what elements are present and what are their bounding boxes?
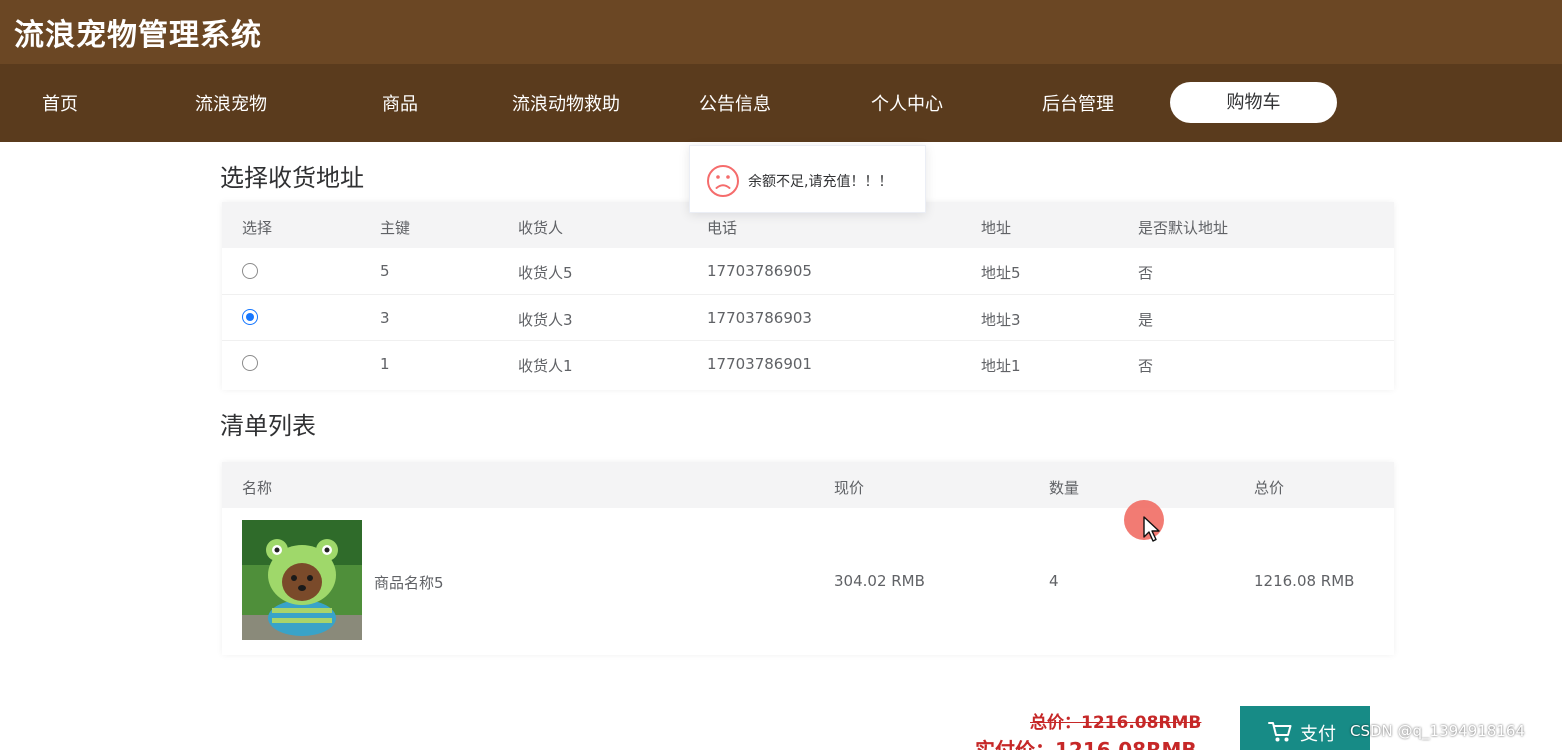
address-address-cell: 地址3 — [981, 311, 1021, 329]
row-divider — [222, 340, 1394, 341]
nav-item-rescue[interactable]: 流浪动物救助 — [512, 90, 620, 116]
column-header-address: 地址 — [981, 219, 1012, 237]
nav-item-stray-pets[interactable]: 流浪宠物 — [195, 90, 267, 116]
nav-bar: 首页 流浪宠物 商品 流浪动物救助 公告信息 个人中心 后台管理 购物车 — [0, 64, 1562, 142]
mouse-pointer-icon — [1143, 516, 1160, 542]
address-default-cell: 否 — [1138, 357, 1154, 375]
address-phone-cell: 17703786905 — [707, 262, 812, 280]
address-id-cell: 1 — [380, 355, 390, 373]
total-price-label: 总价：1216.08RMB — [1030, 713, 1202, 733]
address-default-cell: 是 — [1138, 311, 1154, 329]
order-table-header: 名称 现价 数量 总价 — [222, 462, 1394, 508]
nav-item-products[interactable]: 商品 — [382, 90, 418, 116]
address-phone-cell: 17703786903 — [707, 309, 812, 327]
nav-item-notices[interactable]: 公告信息 — [699, 90, 771, 116]
watermark: CSDN @q_1394918164 — [1350, 722, 1525, 740]
address-radio-2[interactable] — [242, 309, 258, 325]
app-title: 流浪宠物管理系统 — [14, 18, 262, 53]
address-receiver-cell: 收货人3 — [518, 311, 573, 329]
nav-item-cart[interactable]: 购物车 — [1170, 82, 1337, 123]
address-id-cell: 5 — [380, 262, 390, 280]
toast-message: 余额不足,请充值！！！ — [748, 174, 893, 190]
nav-item-profile[interactable]: 个人中心 — [871, 90, 943, 116]
column-header-quantity: 数量 — [1049, 479, 1080, 497]
column-header-total: 总价 — [1254, 479, 1285, 497]
column-header-select: 选择 — [242, 219, 273, 237]
nav-item-admin[interactable]: 后台管理 — [1042, 90, 1114, 116]
column-header-price: 现价 — [834, 479, 865, 497]
title-bar: 流浪宠物管理系统 — [0, 0, 1562, 64]
address-id-cell: 3 — [380, 309, 390, 327]
actual-price-label: 实付价：1216.08RMB — [975, 738, 1197, 750]
column-header-name: 名称 — [242, 479, 273, 497]
column-header-default: 是否默认地址 — [1138, 219, 1229, 237]
pay-button-label: 支付 — [1300, 724, 1336, 745]
address-phone-cell: 17703786901 — [707, 355, 812, 373]
address-radio-3[interactable] — [242, 355, 258, 371]
address-radio-1[interactable] — [242, 263, 258, 279]
column-header-phone: 电话 — [707, 219, 738, 237]
address-receiver-cell: 收货人5 — [518, 264, 573, 282]
table-row: 商品名称5 304.02 RMB 4 1216.08 RMB — [222, 510, 1394, 655]
address-default-cell: 否 — [1138, 264, 1154, 282]
product-image[interactable] — [242, 520, 362, 640]
address-table: 选择 主键 收货人 电话 地址 是否默认地址 5 收货人5 1770378690… — [222, 202, 1394, 390]
product-name-cell: 商品名称5 — [374, 574, 444, 592]
column-header-id: 主键 — [380, 219, 411, 237]
product-photo — [242, 520, 362, 640]
row-divider — [222, 294, 1394, 295]
order-table: 名称 现价 数量 总价 商品名称5 304.02 RMB 4 1216.08 R… — [222, 462, 1394, 655]
cart-icon — [1268, 722, 1292, 742]
address-address-cell: 地址1 — [981, 357, 1021, 375]
product-quantity-cell: 4 — [1049, 572, 1059, 590]
product-price-cell: 304.02 RMB — [834, 572, 925, 590]
nav-item-home[interactable]: 首页 — [42, 90, 78, 116]
order-section-title: 清单列表 — [220, 412, 316, 440]
address-section-title: 选择收货地址 — [220, 164, 364, 192]
address-address-cell: 地址5 — [981, 264, 1021, 282]
error-toast: 余额不足,请充值！！！ — [689, 145, 926, 213]
column-header-receiver: 收货人 — [518, 219, 564, 237]
sad-face-icon — [707, 165, 739, 197]
product-total-cell: 1216.08 RMB — [1254, 572, 1355, 590]
address-receiver-cell: 收货人1 — [518, 357, 573, 375]
